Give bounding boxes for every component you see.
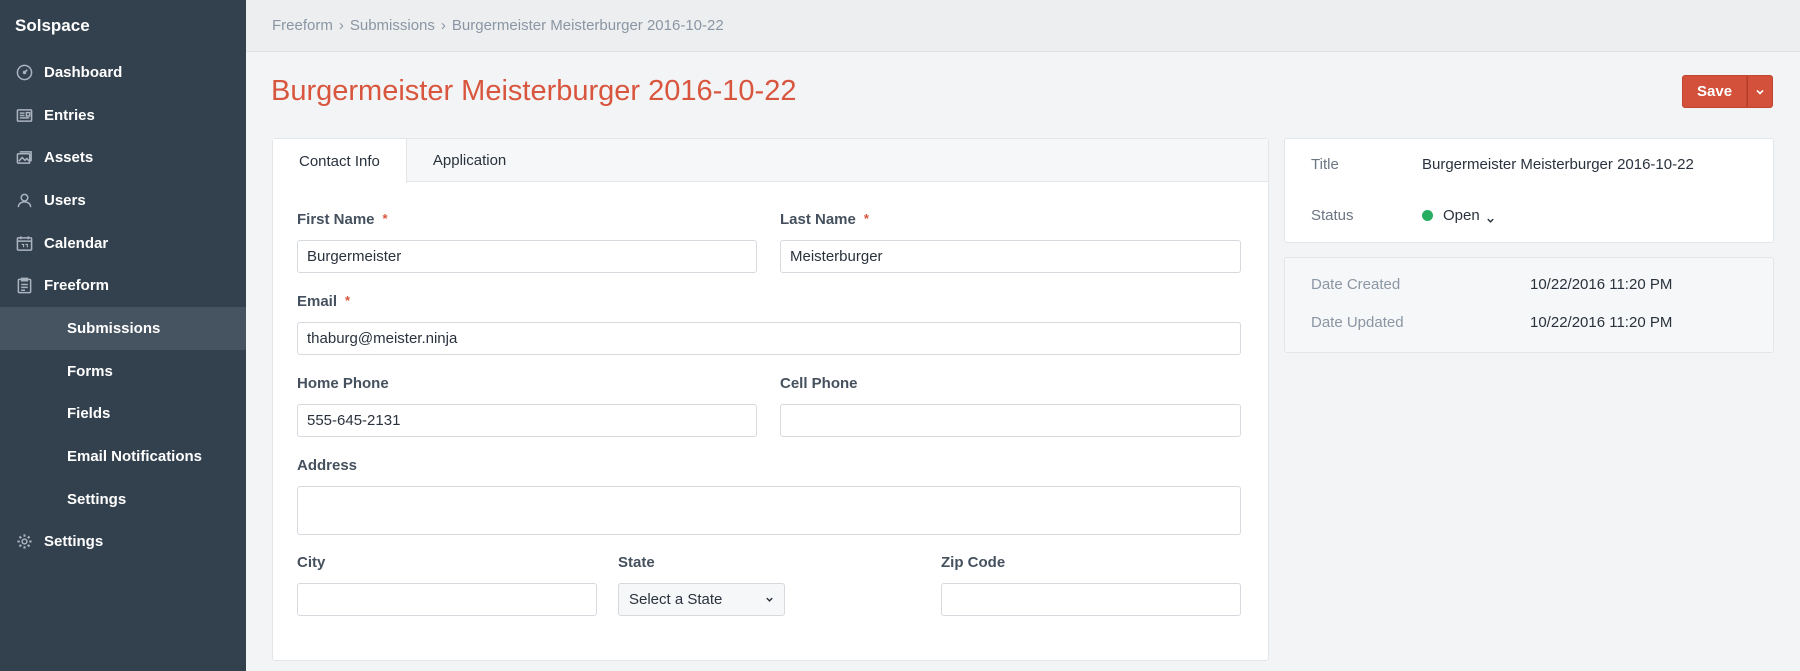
address-field[interactable] xyxy=(297,486,1241,535)
last-name-label-text: Last Name xyxy=(780,211,856,228)
sidebar-item-email-notifications[interactable]: Email Notifications xyxy=(0,435,246,478)
save-button[interactable]: Save xyxy=(1682,75,1748,108)
entries-icon xyxy=(15,106,34,125)
assets-icon xyxy=(15,148,34,167)
sidebar-item-label: Entries xyxy=(44,106,95,124)
sidebar-item-label: Fields xyxy=(67,405,111,423)
sidebar-item-forms[interactable]: Forms xyxy=(0,350,246,393)
chevron-down-icon xyxy=(1486,212,1495,223)
home-phone-field[interactable] xyxy=(297,404,757,437)
state-select[interactable]: Select a State xyxy=(618,583,785,616)
sidebar-item-freeform[interactable]: Freeform xyxy=(0,264,246,307)
sidebar-nav: Dashboard Entries Assets Users Calendar xyxy=(0,51,246,563)
cell-phone-label: Cell Phone xyxy=(780,375,858,392)
breadcrumb-separator: › xyxy=(440,17,446,34)
submission-meta-card: Title Burgermeister Meisterburger 2016-1… xyxy=(1284,138,1774,243)
save-options-button[interactable] xyxy=(1747,75,1774,108)
sidebar-item-dashboard[interactable]: Dashboard xyxy=(0,51,246,94)
sidebar-item-label: Submissions xyxy=(67,319,161,337)
sidebar-item-label: Email Notifications xyxy=(67,448,203,466)
save-button-group: Save xyxy=(1682,75,1774,108)
sidebar-item-label: Freeform xyxy=(44,277,110,295)
sidebar-item-calendar[interactable]: Calendar xyxy=(0,222,246,265)
required-marker: * xyxy=(345,293,351,308)
state-select-value: Select a State xyxy=(629,591,723,608)
sidebar-item-users[interactable]: Users xyxy=(0,179,246,222)
email-label-text: Email xyxy=(297,293,338,310)
submission-dates-card: Date Created 10/22/2016 11:20 PM Date Up… xyxy=(1284,257,1774,353)
dashboard-icon xyxy=(15,63,34,82)
breadcrumb-current: Burgermeister Meisterburger 2016-10-22 xyxy=(451,17,724,34)
city-field[interactable] xyxy=(297,583,597,616)
date-created-value: 10/22/2016 11:20 PM xyxy=(1530,276,1673,293)
breadcrumb-freeform[interactable]: Freeform xyxy=(272,17,333,34)
breadcrumb-separator: › xyxy=(338,17,344,34)
status-select[interactable]: Open xyxy=(1422,207,1495,224)
required-marker: * xyxy=(382,211,388,226)
sidebar-item-submissions[interactable]: Submissions xyxy=(0,307,246,350)
sidebar-item-label: Calendar xyxy=(44,234,109,252)
status-indicator-dot xyxy=(1422,209,1433,221)
city-label: City xyxy=(297,554,326,571)
address-label: Address xyxy=(297,457,358,474)
breadcrumb-submissions[interactable]: Submissions xyxy=(350,17,435,34)
calendar-icon xyxy=(15,234,34,253)
sidebar-item-assets[interactable]: Assets xyxy=(0,136,246,179)
sidebar-item-label: Settings xyxy=(67,490,127,508)
last-name-label: Last Name * xyxy=(780,211,869,228)
chevron-down-icon xyxy=(766,597,773,602)
gear-icon xyxy=(15,532,34,551)
tab-contact-info[interactable]: Contact Info xyxy=(273,139,407,183)
users-icon xyxy=(15,191,34,210)
first-name-label: First Name * xyxy=(297,211,388,228)
cell-phone-field[interactable] xyxy=(780,404,1241,437)
email-label: Email * xyxy=(297,293,350,310)
title-value: Burgermeister Meisterburger 2016-10-22 xyxy=(1422,156,1694,173)
tab-bar: Contact Info Application xyxy=(273,139,1268,183)
required-marker: * xyxy=(863,211,869,226)
tab-application[interactable]: Application xyxy=(407,139,532,182)
main-content: Freeform › Submissions › Burgermeister M… xyxy=(246,0,1800,671)
freeform-icon xyxy=(15,276,34,295)
date-created-label: Date Created xyxy=(1311,276,1401,293)
sidebar-item-label: Settings xyxy=(44,533,104,551)
last-name-field[interactable] xyxy=(780,240,1241,273)
status-label: Status xyxy=(1311,207,1354,224)
chevron-down-icon xyxy=(1756,89,1764,95)
state-label: State xyxy=(618,554,655,571)
sidebar-item-freeform-settings[interactable]: Settings xyxy=(0,478,246,521)
sidebar-item-label: Forms xyxy=(67,362,113,380)
breadcrumb: Freeform › Submissions › Burgermeister M… xyxy=(246,0,1800,52)
page-title: Burgermeister Meisterburger 2016-10-22 xyxy=(271,75,797,107)
first-name-field[interactable] xyxy=(297,240,757,273)
sidebar-item-settings[interactable]: Settings xyxy=(0,521,246,564)
date-updated-label: Date Updated xyxy=(1311,314,1404,331)
title-label: Title xyxy=(1311,156,1339,173)
date-updated-value: 10/22/2016 11:20 PM xyxy=(1530,314,1673,331)
sidebar-item-fields[interactable]: Fields xyxy=(0,393,246,436)
email-field[interactable] xyxy=(297,322,1241,355)
status-value: Open xyxy=(1443,207,1480,224)
submission-form: Contact Info Application First Name * Las… xyxy=(272,138,1269,661)
sidebar: Solspace Dashboard Entries Assets Users xyxy=(0,0,246,671)
home-phone-label: Home Phone xyxy=(297,375,389,392)
zip-code-field[interactable] xyxy=(941,583,1241,616)
brand-name[interactable]: Solspace xyxy=(15,16,90,36)
first-name-label-text: First Name xyxy=(297,211,375,228)
sidebar-item-label: Dashboard xyxy=(44,63,123,81)
sidebar-item-entries[interactable]: Entries xyxy=(0,94,246,137)
sidebar-item-label: Users xyxy=(44,191,86,209)
zip-code-label: Zip Code xyxy=(941,554,1006,571)
sidebar-item-label: Assets xyxy=(44,149,94,167)
